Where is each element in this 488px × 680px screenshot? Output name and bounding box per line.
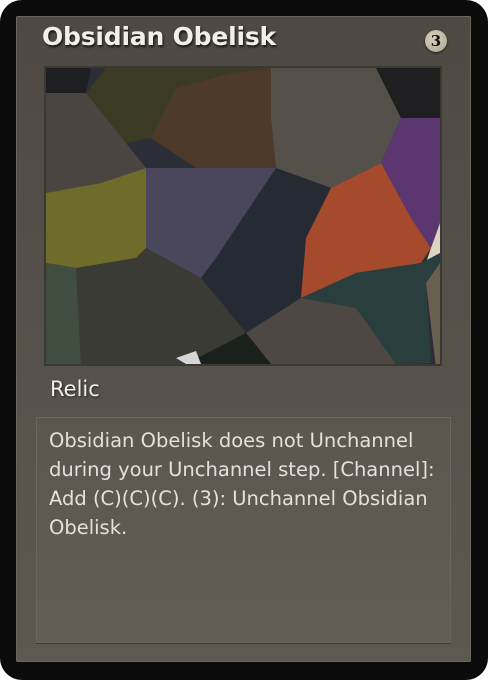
card-type-line: Relic xyxy=(50,377,100,401)
mana-cost-badge: 3 xyxy=(425,30,447,52)
rules-text-box: Obsidian Obelisk does not Unchannel duri… xyxy=(36,417,451,643)
card-name: Obsidian Obelisk xyxy=(42,22,276,51)
voronoi-art-image xyxy=(46,68,440,364)
mana-cost-value: 3 xyxy=(430,32,442,50)
card-art xyxy=(44,66,442,366)
rules-text: Obsidian Obelisk does not Unchannel duri… xyxy=(49,429,435,539)
